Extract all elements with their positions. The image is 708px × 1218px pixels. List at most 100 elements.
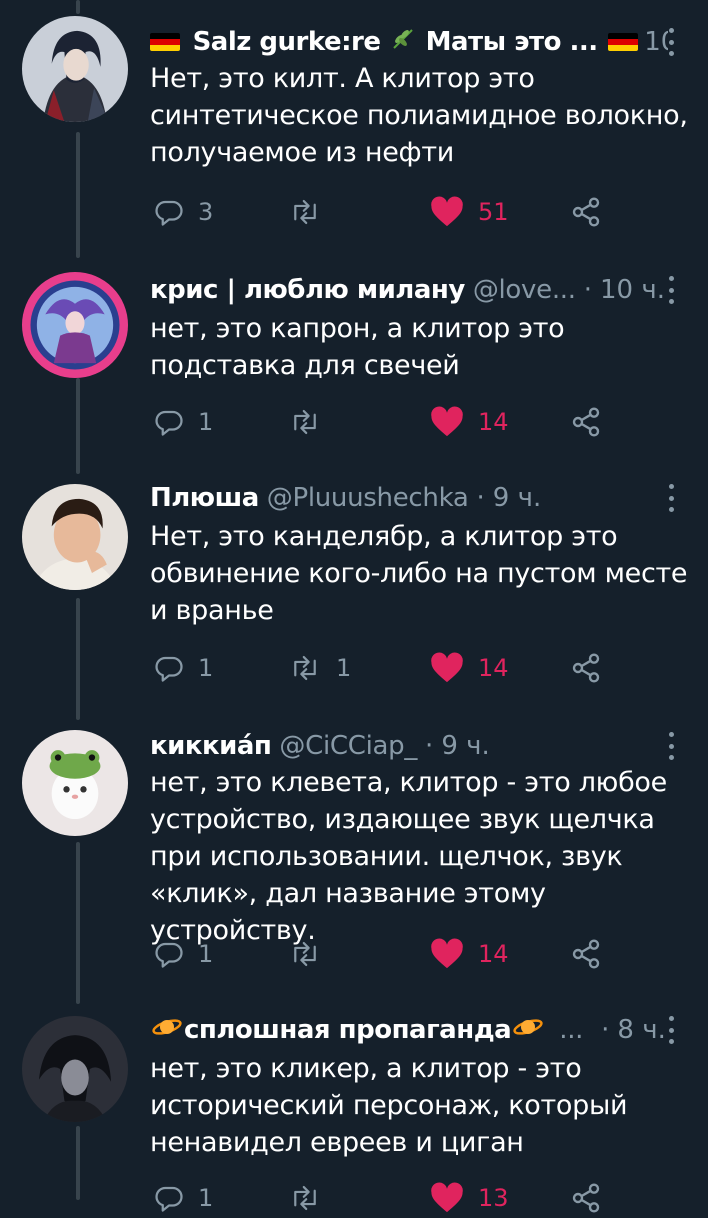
like-button[interactable]: 14 <box>430 402 509 442</box>
display-name[interactable]: Salz gurke:re Маты это ... <box>150 27 642 58</box>
tweet-header: киккиáп @CiCCiap_ · 9 ч. <box>150 728 668 764</box>
tweet-actions: 1 1 14 <box>150 648 708 688</box>
timestamp[interactable]: 10 ч. <box>644 27 668 57</box>
reply-button[interactable]: 3 <box>154 192 213 232</box>
separator-dot: · <box>425 731 434 761</box>
like-button[interactable]: 14 <box>430 648 509 688</box>
retweet-icon <box>294 941 316 967</box>
retweet-button[interactable] <box>288 934 336 974</box>
avatar[interactable] <box>22 272 128 378</box>
display-name[interactable]: сплошная пропаганда <box>150 1015 545 1046</box>
timestamp[interactable]: 9 ч. <box>441 731 489 761</box>
share-icon <box>572 1183 600 1213</box>
share-icon <box>572 939 600 969</box>
tweet-actions: 3 51 <box>150 192 708 232</box>
reply-count: 1 <box>198 940 214 968</box>
separator-dot: · <box>476 483 485 513</box>
like-count: 14 <box>478 940 509 968</box>
reply-count: 1 <box>198 654 214 682</box>
avatar-image <box>22 730 128 836</box>
retweet-button[interactable]: 1 <box>288 648 351 688</box>
more-options-icon[interactable] <box>666 1016 676 1044</box>
retweet-button[interactable] <box>288 192 336 232</box>
heart-icon <box>431 938 463 969</box>
separator-dot: · <box>601 1015 610 1045</box>
avatar[interactable] <box>22 484 128 590</box>
reply-icon <box>155 200 183 226</box>
reply-icon <box>155 656 183 682</box>
heart-icon <box>431 1182 463 1213</box>
tweet-actions: 1 14 <box>150 402 708 442</box>
display-name[interactable]: киккиáп <box>150 731 272 761</box>
reply-button[interactable]: 1 <box>154 1178 213 1218</box>
share-button[interactable] <box>570 934 602 974</box>
avatar-image <box>22 484 128 590</box>
tweet-text: нет, это клевета, клитор - это любое уст… <box>150 767 667 946</box>
reply-icon <box>155 1186 183 1212</box>
display-name[interactable]: крис | люблю милану <box>150 275 465 305</box>
share-button[interactable] <box>570 1178 602 1218</box>
tweet-header: Плюша @Pluuushechka · 9 ч. <box>150 480 668 516</box>
retweet-button[interactable] <box>288 402 336 442</box>
retweet-button[interactable] <box>288 1178 336 1218</box>
like-button[interactable]: 14 <box>430 934 509 974</box>
german-flag-icon <box>150 33 180 51</box>
heart-icon <box>431 196 463 227</box>
timestamp[interactable]: 9 ч. <box>493 483 541 513</box>
retweet-icon <box>294 409 316 435</box>
tweet-header: крис | люблю милану @love... · 10 ч. <box>150 272 668 308</box>
timestamp[interactable]: 10 ч. <box>600 275 665 305</box>
like-count: 51 <box>478 198 509 226</box>
herb-emoji-icon <box>391 27 415 58</box>
more-options-icon[interactable] <box>666 276 676 304</box>
tweet-text: Нет, это канделябр, а клитор это обвинен… <box>150 521 688 626</box>
more-options-icon[interactable] <box>666 484 676 512</box>
tweet-text: Нет, это килт. А клитор это синтетическо… <box>150 63 688 168</box>
tweet-actions: 1 13 <box>150 1178 708 1218</box>
username[interactable]: @love... <box>473 275 576 305</box>
share-icon <box>572 653 600 683</box>
reply-icon <box>155 410 183 436</box>
retweet-icon <box>294 199 316 225</box>
reply-count: 1 <box>198 1184 214 1212</box>
timestamp[interactable]: 8 ч. <box>617 1015 665 1045</box>
tweet-header: сплошная пропаганда ... · 8 ч. <box>150 1012 668 1048</box>
heart-icon <box>431 652 463 683</box>
share-button[interactable] <box>570 192 602 232</box>
avatar[interactable] <box>22 1016 128 1122</box>
more-options-icon[interactable] <box>666 28 676 56</box>
tweet-text: нет, это капрон, а клитор это подставка … <box>150 313 565 381</box>
reply-count: 3 <box>198 198 214 226</box>
avatar-image <box>22 16 128 122</box>
tweet[interactable]: киккиáп @CiCCiap_ · 9 ч. нет, это клевет… <box>0 724 708 1006</box>
tweet-text: нет, это кликер, а клитор - это историче… <box>150 1053 628 1158</box>
username[interactable]: @Pluuushechka <box>267 483 469 513</box>
separator-dot: · <box>583 275 592 305</box>
username[interactable]: ... <box>559 1015 583 1045</box>
reply-count: 1 <box>198 408 214 436</box>
tweet[interactable]: крис | люблю милану @love... · 10 ч. нет… <box>0 260 708 480</box>
avatar[interactable] <box>22 730 128 836</box>
share-icon <box>572 197 600 227</box>
like-button[interactable]: 51 <box>430 192 509 232</box>
german-flag-icon <box>608 33 639 51</box>
display-name[interactable]: Плюша <box>150 483 259 513</box>
tweet[interactable]: Salz gurke:re Маты это ... 10 ч. Нет, эт… <box>0 0 708 260</box>
avatar[interactable] <box>22 16 128 122</box>
like-count: 13 <box>478 1184 509 1212</box>
tweet[interactable]: Плюша @Pluuushechka · 9 ч. Нет, это канд… <box>0 478 708 724</box>
reply-button[interactable]: 1 <box>154 934 213 974</box>
more-options-icon[interactable] <box>666 732 676 760</box>
share-button[interactable] <box>570 648 602 688</box>
like-button[interactable]: 13 <box>430 1178 509 1218</box>
tweet[interactable]: сплошная пропаганда ... · 8 ч. нет, это … <box>0 1006 708 1213</box>
heart-icon <box>431 406 463 437</box>
tweet-header: Salz gurke:re Маты это ... 10 ч. <box>150 24 668 60</box>
reply-button[interactable]: 1 <box>154 648 213 688</box>
retweet-icon <box>294 655 316 681</box>
avatar-image <box>22 272 128 378</box>
reply-icon <box>155 942 183 968</box>
reply-button[interactable]: 1 <box>154 402 213 442</box>
share-button[interactable] <box>570 402 602 442</box>
username[interactable]: @CiCCiap_ <box>279 731 417 761</box>
